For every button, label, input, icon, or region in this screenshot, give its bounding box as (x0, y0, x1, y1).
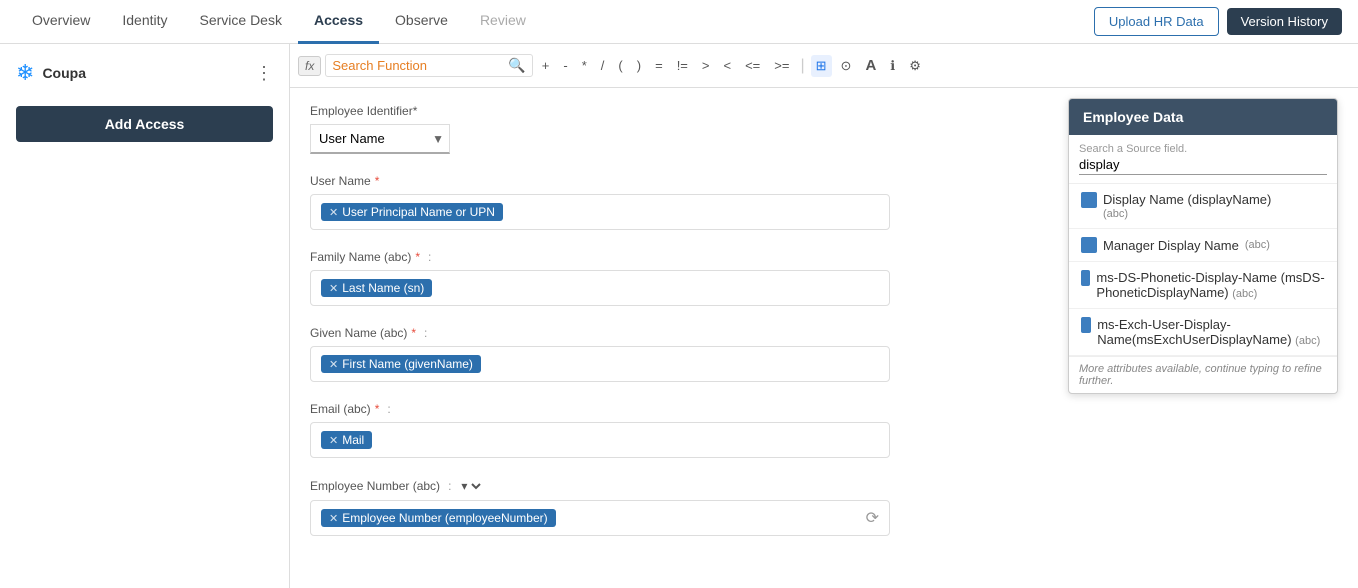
toolbar-close-paren[interactable]: ) (632, 55, 646, 76)
employee-item-name-2: Manager Display Name (1103, 238, 1239, 253)
employee-item-exch-display[interactable]: ms-Exch-User-Display-Name(msExchUserDisp… (1069, 309, 1337, 356)
employee-data-panel: Employee Data Search a Source field. Dis… (1068, 98, 1338, 394)
toolbar-equals[interactable]: = (650, 55, 668, 76)
employee-number-select[interactable]: ▾ (457, 478, 484, 494)
sidebar-company-name: Coupa (42, 65, 86, 81)
toolbar-greater[interactable]: > (697, 55, 715, 76)
toolbar-minus[interactable]: - (558, 55, 572, 76)
given-name-required: * (411, 326, 416, 340)
employee-item-icon-3 (1081, 270, 1090, 286)
employee-item-name-3: ms-DS-Phonetic-Display-Name (msDS-Phonet… (1096, 270, 1324, 300)
employee-item-phonetic-display[interactable]: ms-DS-Phonetic-Display-Name (msDS-Phonet… (1069, 262, 1337, 309)
email-tag[interactable]: ✕ Mail (321, 431, 372, 449)
email-tag-remove[interactable]: ✕ (329, 434, 338, 447)
given-name-tag-remove[interactable]: ✕ (329, 358, 338, 371)
employee-panel-search-input[interactable] (1079, 155, 1327, 175)
employee-panel-footer: More attributes available, continue typi… (1069, 356, 1337, 393)
search-icon[interactable]: 🔍 (508, 57, 525, 74)
family-name-tag-remove[interactable]: ✕ (329, 282, 338, 295)
sidebar: ❄ Coupa ⋮ Add Access (0, 44, 290, 588)
family-name-colon: : (428, 250, 431, 264)
nav-items: Overview Identity Service Desk Access Ob… (16, 0, 1094, 44)
nav-observe[interactable]: Observe (379, 0, 464, 44)
employee-item-type-4: (abc) (1295, 335, 1320, 347)
given-name-colon: : (424, 326, 427, 340)
email-input[interactable]: ✕ Mail (310, 422, 890, 458)
formula-toolbar: fx 🔍 + - * / ( ) = != > < <= >= | ⊞ ⊙ A … (290, 44, 1358, 88)
toolbar-open-paren[interactable]: ( (613, 55, 627, 76)
family-name-tag[interactable]: ✕ Last Name (sn) (321, 279, 432, 297)
toolbar-clock-icon[interactable]: ⊙ (836, 55, 857, 77)
family-name-input[interactable]: ✕ Last Name (sn) (310, 270, 890, 306)
nav-right-actions: Upload HR Data Version History (1094, 7, 1342, 36)
upload-hr-button[interactable]: Upload HR Data (1094, 7, 1219, 36)
toolbar-less[interactable]: < (719, 55, 737, 76)
toolbar-multiply[interactable]: * (577, 55, 592, 76)
employee-panel-search-label: Search a Source field. (1079, 143, 1327, 155)
search-function-container: 🔍 (325, 54, 532, 77)
email-label: Email (abc) * : (310, 402, 1338, 416)
sidebar-logo: ❄ Coupa (16, 60, 86, 86)
user-name-tag[interactable]: ✕ User Principal Name or UPN (321, 203, 503, 221)
main-content: Employee Identifier* User Name ▼ User Na… (290, 88, 1358, 588)
loading-spinner-icon: ⟳ (866, 508, 879, 528)
employee-item-type-2: (abc) (1245, 239, 1270, 251)
employee-number-dropdown-wrapper: ▾ (457, 478, 484, 494)
top-navigation: Overview Identity Service Desk Access Ob… (0, 0, 1358, 44)
employee-item-icon-1 (1081, 192, 1097, 208)
employee-number-input[interactable]: ✕ Employee Number (employeeNumber) ⟳ (310, 500, 890, 536)
email-colon: : (387, 402, 390, 416)
employee-number-group: Employee Number (abc) : ▾ ✕ Employee Num… (310, 478, 1338, 536)
nav-identity[interactable]: Identity (106, 0, 183, 44)
employee-item-manager-display[interactable]: Manager Display Name (abc) (1069, 229, 1337, 262)
email-group: Email (abc) * : ✕ Mail (310, 402, 1338, 458)
toolbar-settings-icon[interactable]: ⚙ (904, 55, 926, 77)
nav-service-desk[interactable]: Service Desk (184, 0, 298, 44)
nav-review: Review (464, 0, 542, 44)
sidebar-header: ❄ Coupa ⋮ (16, 60, 273, 86)
coupa-logo-icon: ❄ (16, 60, 34, 86)
employee-panel-list: Display Name (displayName) (abc) Manager… (1069, 184, 1337, 356)
employee-item-display-name[interactable]: Display Name (displayName) (abc) (1069, 184, 1337, 229)
employee-identifier-select[interactable]: User Name (310, 124, 450, 154)
employee-number-tag-remove[interactable]: ✕ (329, 512, 338, 525)
employee-item-type-1: (abc) (1103, 208, 1325, 220)
search-function-input[interactable] (332, 58, 508, 73)
employee-number-colon: : (448, 479, 451, 493)
toolbar-greater-equals[interactable]: >= (769, 55, 794, 76)
employee-item-type-3: (abc) (1232, 288, 1257, 300)
toolbar-divide[interactable]: / (596, 55, 610, 76)
add-access-button[interactable]: Add Access (16, 106, 273, 142)
employee-item-icon-2 (1081, 237, 1097, 253)
family-name-required: * (415, 250, 420, 264)
toolbar-plus[interactable]: + (537, 55, 555, 76)
nav-overview[interactable]: Overview (16, 0, 106, 44)
user-name-input[interactable]: ✕ User Principal Name or UPN (310, 194, 890, 230)
nav-access[interactable]: Access (298, 0, 379, 44)
given-name-input[interactable]: ✕ First Name (givenName) (310, 346, 890, 382)
sidebar-menu-icon[interactable]: ⋮ (255, 63, 273, 84)
main-layout: ❄ Coupa ⋮ Add Access fx 🔍 + - * / ( ) = … (0, 44, 1358, 588)
toolbar-text-icon[interactable]: A (860, 54, 881, 77)
employee-item-name-1: Display Name (displayName) (1103, 192, 1271, 207)
employee-item-name-4: ms-Exch-User-Display-Name(msExchUserDisp… (1097, 317, 1291, 347)
toolbar-less-equals[interactable]: <= (740, 55, 765, 76)
fx-badge: fx (298, 56, 321, 76)
employee-number-tag[interactable]: ✕ Employee Number (employeeNumber) (321, 509, 556, 527)
user-name-tag-remove[interactable]: ✕ (329, 206, 338, 219)
employee-identifier-select-wrapper: User Name ▼ (310, 124, 450, 154)
employee-item-icon-4 (1081, 317, 1091, 333)
employee-panel-title: Employee Data (1069, 99, 1337, 135)
toolbar-info-icon[interactable]: ℹ (885, 55, 900, 77)
version-history-button[interactable]: Version History (1227, 8, 1342, 35)
employee-panel-search-area: Search a Source field. (1069, 135, 1337, 184)
given-name-tag[interactable]: ✕ First Name (givenName) (321, 355, 481, 373)
toolbar-grid-icon[interactable]: ⊞ (811, 55, 832, 77)
email-required: * (375, 402, 380, 416)
user-name-required: * (375, 174, 380, 188)
toolbar-separator-1: | (798, 57, 806, 75)
employee-number-label: Employee Number (abc) : ▾ (310, 478, 1338, 494)
toolbar-not-equals[interactable]: != (672, 55, 693, 76)
